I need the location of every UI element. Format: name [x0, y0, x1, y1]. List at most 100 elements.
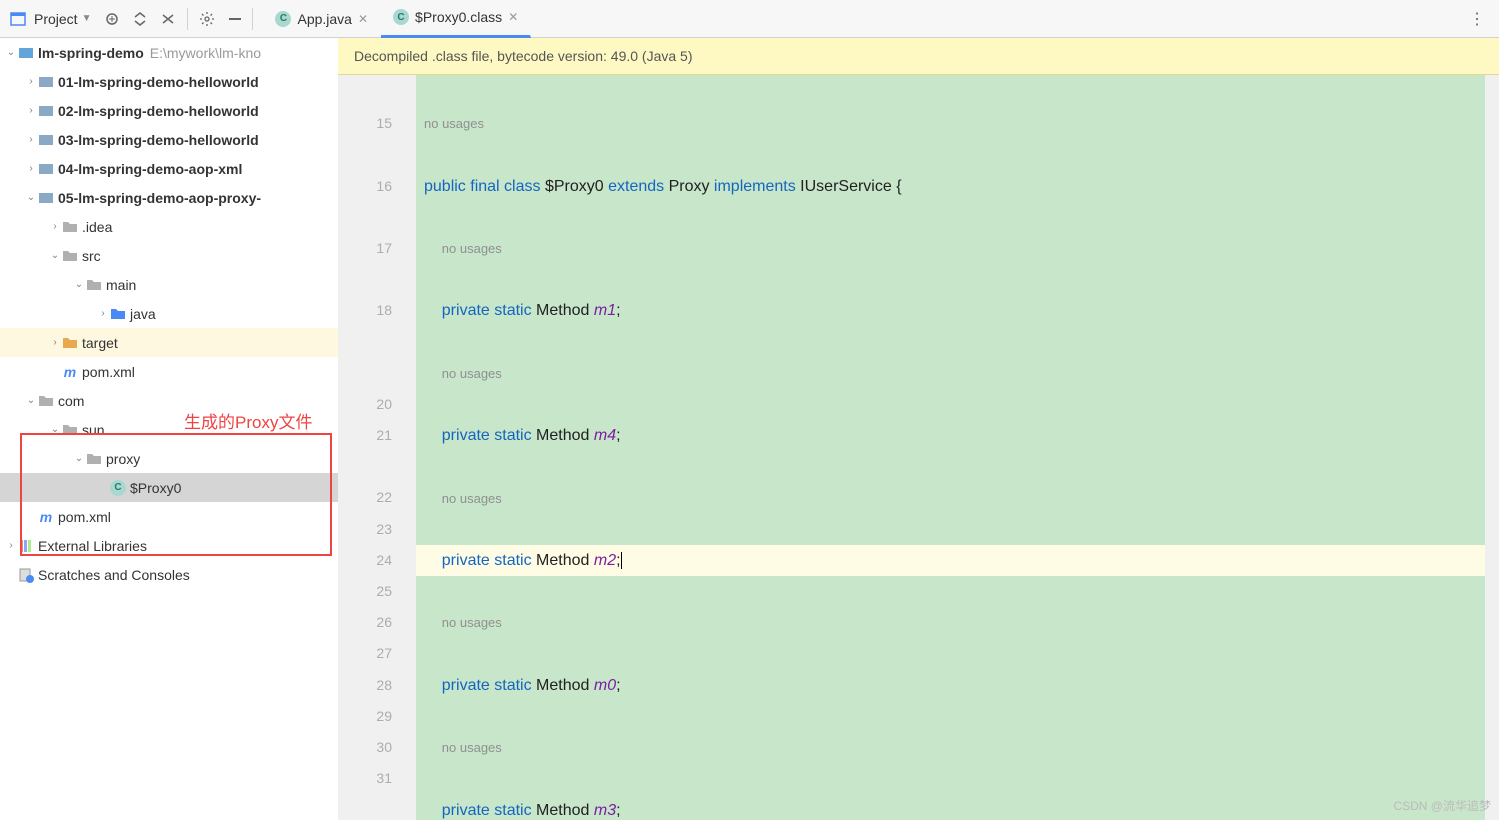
tree-item[interactable]: ⌄ sun — [0, 415, 338, 444]
tree-item[interactable]: ⌄ main — [0, 270, 338, 299]
tree-label: java — [130, 306, 156, 322]
gutter-line: 25 — [338, 576, 416, 607]
close-icon[interactable]: ✕ — [508, 10, 518, 24]
gutter-line — [338, 77, 416, 108]
kebab-menu-icon[interactable]: ⋮ — [1459, 9, 1495, 29]
tree-item[interactable]: ›External Libraries — [0, 531, 338, 560]
tree-item[interactable]: ⌄ proxy — [0, 444, 338, 473]
editor: Decompiled .class file, bytecode version… — [338, 38, 1499, 820]
gutter-line: 23 — [338, 514, 416, 545]
tree-item[interactable]: ›04-lm-spring-demo-aop-xml — [0, 154, 338, 183]
class-icon: C — [393, 9, 409, 25]
tree-label: pom.xml — [58, 509, 111, 525]
tree-item[interactable]: ›target — [0, 328, 338, 357]
gutter-line: 28 — [338, 670, 416, 701]
tree-item[interactable]: ›01-lm-spring-demo-helloworld — [0, 67, 338, 96]
gutter-line — [338, 139, 416, 170]
scratches-icon — [18, 567, 34, 583]
tree-path: E:\mywork\lm-kno — [150, 45, 261, 61]
code-line: public final class $Proxy0 extends Proxy… — [416, 171, 1485, 202]
chevron-down-icon: ⌄ — [72, 453, 86, 464]
divider — [187, 8, 188, 30]
tree-label: target — [82, 335, 118, 351]
gutter-line: 15 — [338, 108, 416, 139]
chevron-right-icon: › — [96, 308, 110, 319]
code-wrap: 15 16 17 18 20 21 22 23 24 25 26 27 28 2… — [338, 75, 1499, 820]
code-line: private static Method m1; — [416, 295, 1485, 326]
chevron-down-icon: ▼ — [82, 13, 92, 24]
code-area[interactable]: no usages public final class $Proxy0 ext… — [416, 75, 1485, 820]
toolbar-left: Project ▼ — [4, 6, 248, 32]
folder-icon — [62, 248, 78, 264]
maven-icon: m — [38, 509, 54, 525]
tree-label: 03-lm-spring-demo-helloworld — [58, 132, 259, 148]
tab-proxy0-class[interactable]: C $Proxy0.class ✕ — [381, 0, 531, 38]
gutter-line: 20 — [338, 389, 416, 420]
tree-item[interactable]: mpom.xml — [0, 502, 338, 531]
tree-label: proxy — [106, 451, 140, 467]
tree-label: lm-spring-demo — [38, 45, 144, 61]
tree-item[interactable]: ⌄ src — [0, 241, 338, 270]
gutter-line: 16 — [338, 171, 416, 202]
tree-label: 04-lm-spring-demo-aop-xml — [58, 161, 242, 177]
tree-label: src — [82, 248, 101, 264]
scrollbar[interactable] — [1485, 75, 1499, 820]
gutter-line: 26 — [338, 607, 416, 638]
tree-item[interactable]: ⌄05-lm-spring-demo-aop-proxy- — [0, 183, 338, 212]
tree-label: 02-lm-spring-demo-helloworld — [58, 103, 259, 119]
gutter-line — [338, 264, 416, 295]
chevron-right-icon: › — [24, 105, 38, 116]
code-line: no usages — [416, 732, 1485, 763]
expand-all-icon[interactable] — [127, 6, 153, 32]
project-icon — [10, 11, 26, 27]
sidebar-wrapper: ⌄ lm-spring-demo E:\mywork\lm-kno ›01-lm… — [0, 38, 338, 820]
project-tree[interactable]: ⌄ lm-spring-demo E:\mywork\lm-kno ›01-lm… — [0, 38, 338, 589]
tree-item[interactable]: ›.idea — [0, 212, 338, 241]
close-icon[interactable]: ✕ — [358, 12, 368, 26]
folder-icon — [62, 422, 78, 438]
module-icon — [38, 161, 54, 177]
code-line: private static Method m4; — [416, 420, 1485, 451]
project-label: Project — [34, 11, 78, 27]
tree-item[interactable]: › 03-lm-spring-demo-helloworld — [0, 125, 338, 154]
maven-icon: m — [62, 364, 78, 380]
tree-item[interactable]: mpom.xml — [0, 357, 338, 386]
gutter[interactable]: 15 16 17 18 20 21 22 23 24 25 26 27 28 2… — [338, 75, 416, 820]
tree-root[interactable]: ⌄ lm-spring-demo E:\mywork\lm-kno — [0, 38, 338, 67]
chevron-right-icon: › — [24, 134, 38, 145]
tree-label: 01-lm-spring-demo-helloworld — [58, 74, 259, 90]
chevron-down-icon: ⌄ — [48, 424, 62, 435]
hide-icon[interactable] — [222, 6, 248, 32]
tab-app-java[interactable]: C App.java ✕ — [263, 0, 381, 38]
module-icon — [38, 74, 54, 90]
tree-item[interactable]: › 02-lm-spring-demo-helloworld — [0, 96, 338, 125]
project-dropdown[interactable]: Project ▼ — [4, 11, 97, 27]
code-line: no usages — [416, 607, 1485, 638]
gutter-line: 22 — [338, 482, 416, 513]
chevron-right-icon: › — [48, 221, 62, 232]
chevron-down-icon: ⌄ — [48, 250, 62, 261]
chevron-down-icon: ⌄ — [72, 279, 86, 290]
tree-item[interactable]: Scratches and Consoles — [0, 560, 338, 589]
select-opened-file-icon[interactable] — [99, 6, 125, 32]
module-icon — [38, 103, 54, 119]
chevron-down-icon: ⌄ — [4, 47, 18, 58]
code-line: no usages — [416, 483, 1485, 514]
tree-item[interactable]: › java — [0, 299, 338, 328]
gutter-line: 29 — [338, 701, 416, 732]
tab-label: $Proxy0.class — [415, 9, 502, 25]
folder-icon — [86, 451, 102, 467]
tree-label: pom.xml — [82, 364, 135, 380]
module-icon — [38, 190, 54, 206]
gutter-line — [338, 358, 416, 389]
gear-icon[interactable] — [194, 6, 220, 32]
tree-item-selected[interactable]: C$Proxy0 — [0, 473, 338, 502]
tree-label: main — [106, 277, 136, 293]
collapse-all-icon[interactable] — [155, 6, 181, 32]
tree-label: sun — [82, 422, 105, 438]
chevron-down-icon: ⌄ — [24, 192, 38, 203]
editor-tabs: C App.java ✕ C $Proxy0.class ✕ — [263, 0, 531, 38]
tree-item[interactable]: ⌄com — [0, 386, 338, 415]
gutter-line: 18 — [338, 295, 416, 326]
tree-label: com — [58, 393, 84, 409]
